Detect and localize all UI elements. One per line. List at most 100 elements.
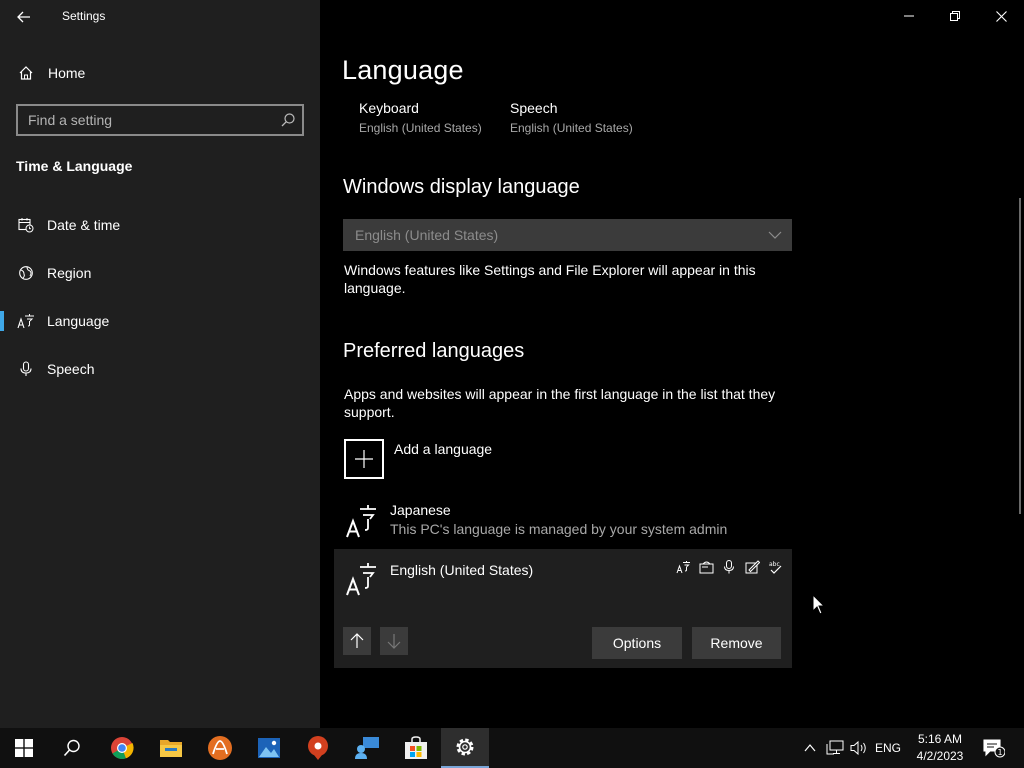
move-down-button[interactable] <box>380 627 408 655</box>
microphone-icon <box>16 359 36 379</box>
sidebar-item-label: Region <box>47 265 92 281</box>
network-button[interactable] <box>824 728 846 768</box>
speech-link-subtitle: English (United States) <box>510 121 633 135</box>
volume-button[interactable] <box>848 728 870 768</box>
chevron-down-icon <box>768 231 782 239</box>
volume-icon <box>850 740 866 756</box>
sidebar-item-label: Home <box>48 65 86 81</box>
back-button[interactable] <box>8 2 40 32</box>
restore-icon <box>950 11 960 21</box>
close-button[interactable] <box>978 0 1024 32</box>
restore-button[interactable] <box>932 0 978 32</box>
keyboard-link-subtitle: English (United States) <box>359 121 482 135</box>
taskbar-search-button[interactable] <box>48 728 96 768</box>
language-note: This PC's language is managed by your sy… <box>390 521 728 537</box>
maps-button[interactable] <box>294 728 342 768</box>
calendar-clock-icon <box>16 215 36 235</box>
page-title: Language <box>342 55 464 85</box>
notification-icon: 1 <box>983 739 1005 758</box>
sidebar-item-home[interactable]: Home <box>0 53 320 93</box>
minimize-button[interactable] <box>886 0 932 32</box>
speech-recognition-icon <box>720 558 738 576</box>
search-input[interactable] <box>18 106 278 134</box>
store-button[interactable] <box>392 728 440 768</box>
language-name: Japanese <box>390 502 451 518</box>
maps-icon <box>308 736 328 760</box>
text-to-speech-icon <box>697 558 715 576</box>
sidebar-item-label: Date & time <box>47 217 121 233</box>
speech-link[interactable]: Speech English (United States) <box>510 100 633 135</box>
store-icon <box>405 736 427 759</box>
app-icon <box>208 736 232 760</box>
sidebar-item-label: Language <box>47 313 110 329</box>
handwriting-icon <box>743 558 761 576</box>
network-icon <box>826 740 844 755</box>
remove-button[interactable]: Remove <box>692 627 781 659</box>
language-icon <box>346 505 376 538</box>
active-indicator <box>0 311 4 331</box>
preferred-languages-heading: Preferred languages <box>343 340 525 362</box>
language-item-japanese[interactable]: Japanese This PC's language is managed b… <box>334 495 792 547</box>
photos-icon <box>258 738 280 758</box>
sidebar-item-speech[interactable]: Speech <box>0 349 320 389</box>
sidebar-item-region[interactable]: Region <box>0 253 320 293</box>
sidebar-item-label: Speech <box>47 361 95 377</box>
language-icon <box>346 563 376 596</box>
keyboard-link[interactable]: Keyboard English (United States) <box>359 100 482 135</box>
mouse-cursor-icon <box>812 594 826 615</box>
search-icon[interactable] <box>280 112 296 128</box>
chevron-up-icon <box>804 744 816 752</box>
move-up-button[interactable] <box>343 627 371 655</box>
clock-time: 5:16 AM <box>917 732 963 746</box>
spell-check-icon: abc <box>766 558 784 576</box>
preferred-languages-description: Apps and websites will appear in the fir… <box>344 386 776 420</box>
photos-button[interactable] <box>245 728 293 768</box>
chrome-icon <box>111 737 134 759</box>
feedback-button[interactable] <box>343 728 391 768</box>
sidebar: Settings Home Time & Language Date & tim… <box>0 0 320 728</box>
options-button[interactable]: Options <box>592 627 682 659</box>
keyboard-link-title: Keyboard <box>359 100 419 116</box>
clock-date: 4/2/2023 <box>916 749 964 763</box>
display-language-icon <box>674 558 692 576</box>
action-center-button[interactable]: 1 <box>978 728 1010 768</box>
language-icon <box>16 311 36 331</box>
arrow-up-icon <box>350 633 364 648</box>
app-title: Settings <box>62 9 106 23</box>
start-icon <box>15 739 33 757</box>
input-language-indicator[interactable]: ENG <box>872 728 904 768</box>
settings-button[interactable] <box>441 728 489 768</box>
add-language-button[interactable]: Add a language <box>343 438 643 480</box>
language-features: abc <box>674 558 784 576</box>
taskbar: ENG 5:16 AM 4/2/2023 1 <box>0 728 1024 768</box>
clock[interactable]: 5:16 AM 4/2/2023 <box>909 731 971 765</box>
scrollbar[interactable] <box>1019 198 1021 514</box>
language-item-english[interactable]: English (United States) abc Options Remo… <box>334 549 792 668</box>
chrome-button[interactable] <box>98 728 146 768</box>
home-icon <box>16 63 36 83</box>
minimize-icon <box>904 15 914 17</box>
speech-link-title: Speech <box>510 100 558 116</box>
section-heading: Time & Language <box>16 158 133 174</box>
language-name: English (United States) <box>390 562 534 578</box>
display-language-dropdown[interactable]: English (United States) <box>343 219 792 251</box>
svg-text:abc: abc <box>769 561 780 568</box>
globe-icon <box>16 263 36 283</box>
feedback-icon <box>355 737 379 759</box>
sidebar-item-date-time[interactable]: Date & time <box>0 205 320 245</box>
search-icon <box>63 739 80 757</box>
search-field[interactable] <box>16 104 304 136</box>
display-language-heading: Windows display language <box>343 176 580 198</box>
settings-icon <box>456 738 474 756</box>
back-arrow-icon <box>17 11 30 23</box>
file-explorer-button[interactable] <box>147 728 195 768</box>
close-icon <box>995 10 1007 22</box>
start-button[interactable] <box>0 728 48 768</box>
main-content: Language Keyboard English (United States… <box>320 0 1024 728</box>
app-button[interactable] <box>196 728 244 768</box>
sidebar-item-language[interactable]: Language <box>0 301 320 341</box>
show-hidden-icons-button[interactable] <box>800 728 820 768</box>
display-language-description: Windows features like Settings and File … <box>344 262 756 296</box>
notification-count: 1 <box>997 748 1002 757</box>
plus-icon <box>344 439 384 479</box>
